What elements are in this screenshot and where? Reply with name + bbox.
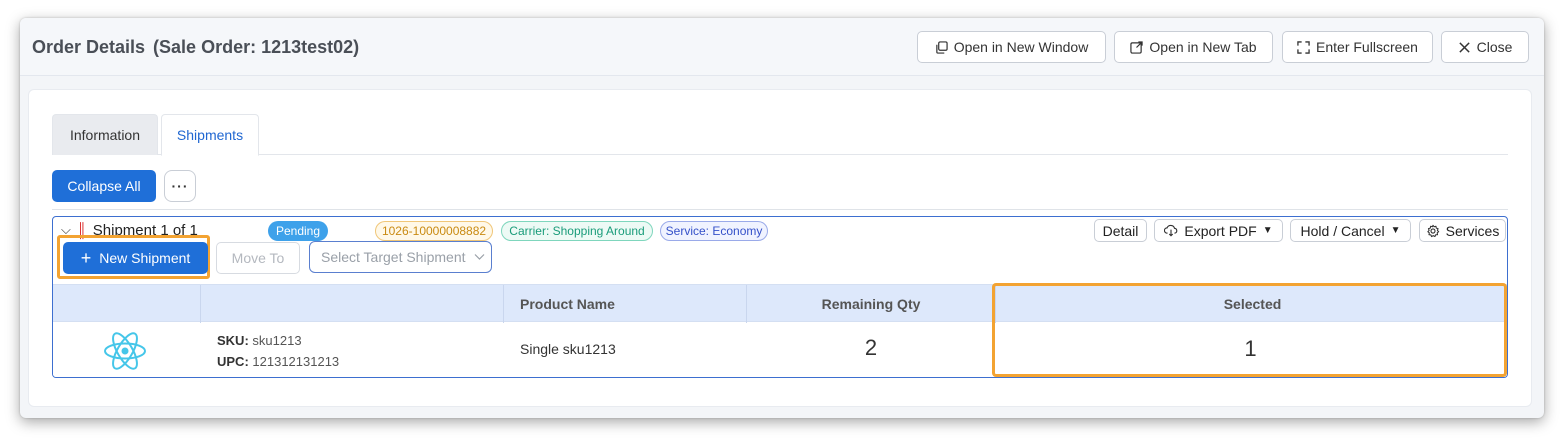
services-button[interactable]: Services: [1419, 219, 1506, 242]
selected-qty-cell[interactable]: 1: [995, 336, 1506, 362]
caret-down-icon: ▼: [1262, 225, 1273, 236]
content-panel: Information Shipments Collapse All ··· ⌵…: [28, 89, 1532, 407]
caret-down-icon: ▼: [1390, 225, 1401, 236]
close-icon: [1458, 41, 1470, 53]
column-header-selected: Selected: [995, 285, 1507, 323]
detail-button[interactable]: Detail: [1094, 219, 1147, 242]
chevron-down-icon: [474, 254, 484, 260]
order-details-window: Order Details (Sale Order: 1213test02) Op…: [20, 18, 1544, 418]
sku-label: SKU:: [217, 333, 249, 348]
more-options-button[interactable]: ···: [164, 170, 196, 202]
column-header-product-name: Product Name: [503, 285, 746, 323]
upc-label: UPC:: [217, 354, 249, 369]
plus-icon: +: [80, 248, 92, 268]
product-name-cell: Single sku1213: [520, 341, 616, 357]
open-new-tab-label: Open in New Tab: [1149, 39, 1257, 55]
cloud-download-icon: [1164, 224, 1178, 237]
collapse-all-button[interactable]: Collapse All: [52, 170, 156, 202]
table-row[interactable]: SKU: sku1213 UPC: 121312131213 Single sk…: [53, 323, 1507, 377]
column-header-image: [53, 285, 200, 323]
column-header-sku: [200, 285, 503, 323]
open-new-window-button[interactable]: Open in New Window: [917, 31, 1106, 63]
select-target-placeholder: Select Target Shipment: [321, 249, 466, 265]
divider: [52, 209, 1508, 210]
export-pdf-label: Export PDF: [1184, 222, 1257, 239]
tab-shipments[interactable]: Shipments: [161, 114, 259, 156]
title-subtitle: (Sale Order: 1213test02): [153, 37, 360, 57]
react-logo-icon: [104, 332, 146, 370]
column-header-remaining-qty: Remaining Qty: [746, 285, 995, 323]
open-new-window-label: Open in New Window: [953, 39, 1089, 55]
fullscreen-icon: [1297, 40, 1310, 54]
service-badge: Service: Economy: [660, 221, 768, 241]
shipment-card: ⌵ ║ Shipment 1 of 1 Pending 1026-1000000…: [52, 216, 1508, 378]
upc-value: 121312131213: [252, 354, 340, 369]
services-label: Services: [1445, 222, 1500, 239]
open-new-tab-button[interactable]: Open in New Tab: [1114, 31, 1273, 63]
title-text: Order Details: [32, 37, 146, 57]
remaining-qty-cell: 2: [864, 335, 878, 360]
close-label: Close: [1476, 39, 1513, 55]
status-badge: Pending: [268, 221, 328, 241]
enter-fullscreen-label: Enter Fullscreen: [1316, 39, 1418, 55]
enter-fullscreen-button[interactable]: Enter Fullscreen: [1282, 31, 1433, 63]
new-shipment-button[interactable]: + New Shipment: [63, 242, 208, 274]
page-title: Order Details (Sale Order: 1213test02): [32, 37, 359, 58]
new-shipment-label: New Shipment: [99, 250, 191, 266]
carrier-badge: Carrier: Shopping Around: [501, 221, 653, 241]
close-button[interactable]: Close: [1441, 31, 1529, 63]
hold-cancel-button[interactable]: Hold / Cancel ▼: [1290, 219, 1411, 242]
move-to-button[interactable]: Move To: [216, 242, 300, 274]
sku-value: sku1213: [252, 333, 302, 348]
sku-upc-cell: SKU: sku1213 UPC: 121312131213: [217, 330, 339, 372]
tab-bar: Information Shipments: [52, 114, 1508, 156]
detail-label: Detail: [1102, 222, 1139, 239]
table-header: Product Name Remaining Qty Selected: [53, 284, 1507, 323]
select-target-shipment[interactable]: Select Target Shipment: [309, 241, 492, 273]
gear-icon: [1426, 224, 1439, 237]
copy-icon: [935, 40, 948, 54]
title-bar: Order Details (Sale Order: 1213test02) Op…: [20, 18, 1544, 76]
external-link-icon: [1130, 40, 1144, 54]
export-pdf-button[interactable]: Export PDF ▼: [1154, 219, 1283, 242]
hold-cancel-label: Hold / Cancel: [1300, 222, 1385, 239]
tab-information[interactable]: Information: [52, 114, 158, 155]
order-number-badge: 1026-10000008882: [375, 221, 493, 241]
